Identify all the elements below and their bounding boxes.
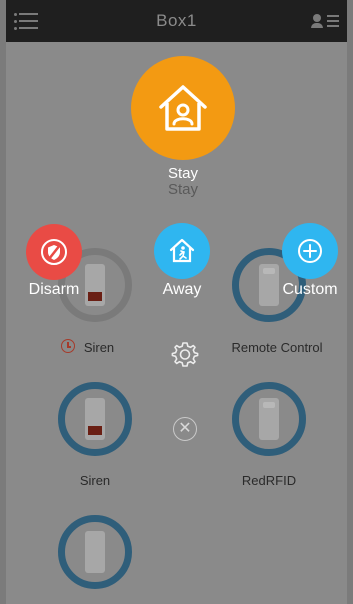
gear-icon[interactable] [171,340,199,368]
close-icon[interactable]: ✕ [173,417,197,441]
house-person-icon [159,85,207,131]
device-redrfid[interactable] [232,382,306,456]
list-menu-icon[interactable] [14,12,38,30]
away-button[interactable] [154,223,210,279]
device-5[interactable] [58,515,132,589]
shield-slash-icon [41,239,67,265]
user-list-icon[interactable] [311,12,339,30]
plus-circle-icon [298,239,322,263]
away-label: Away [162,281,202,298]
stay-sublabel: Stay [167,181,198,198]
app-frame: Box1 Siren Remote Control Siren RedRFID … [6,0,347,604]
sensor-icon [85,531,105,573]
page-title: Box1 [156,11,197,30]
custom-button[interactable] [282,223,338,279]
stay-label: Stay [167,165,198,182]
stay-button[interactable] [131,56,235,160]
custom-label: Custom [282,281,338,298]
sensor-icon [259,398,279,440]
house-running-icon [169,238,195,263]
disarm-label: Disarm [28,281,80,298]
sensor-icon [85,398,105,440]
device-label-redrfid: RedRFID [241,473,297,488]
clock-icon [61,339,75,353]
device-label-siren-2: Siren [79,473,111,488]
top-bar: Box1 [6,0,347,42]
device-label-remote-control: Remote Control [231,340,323,355]
device-siren-2[interactable] [58,382,132,456]
disarm-button[interactable] [26,224,82,280]
